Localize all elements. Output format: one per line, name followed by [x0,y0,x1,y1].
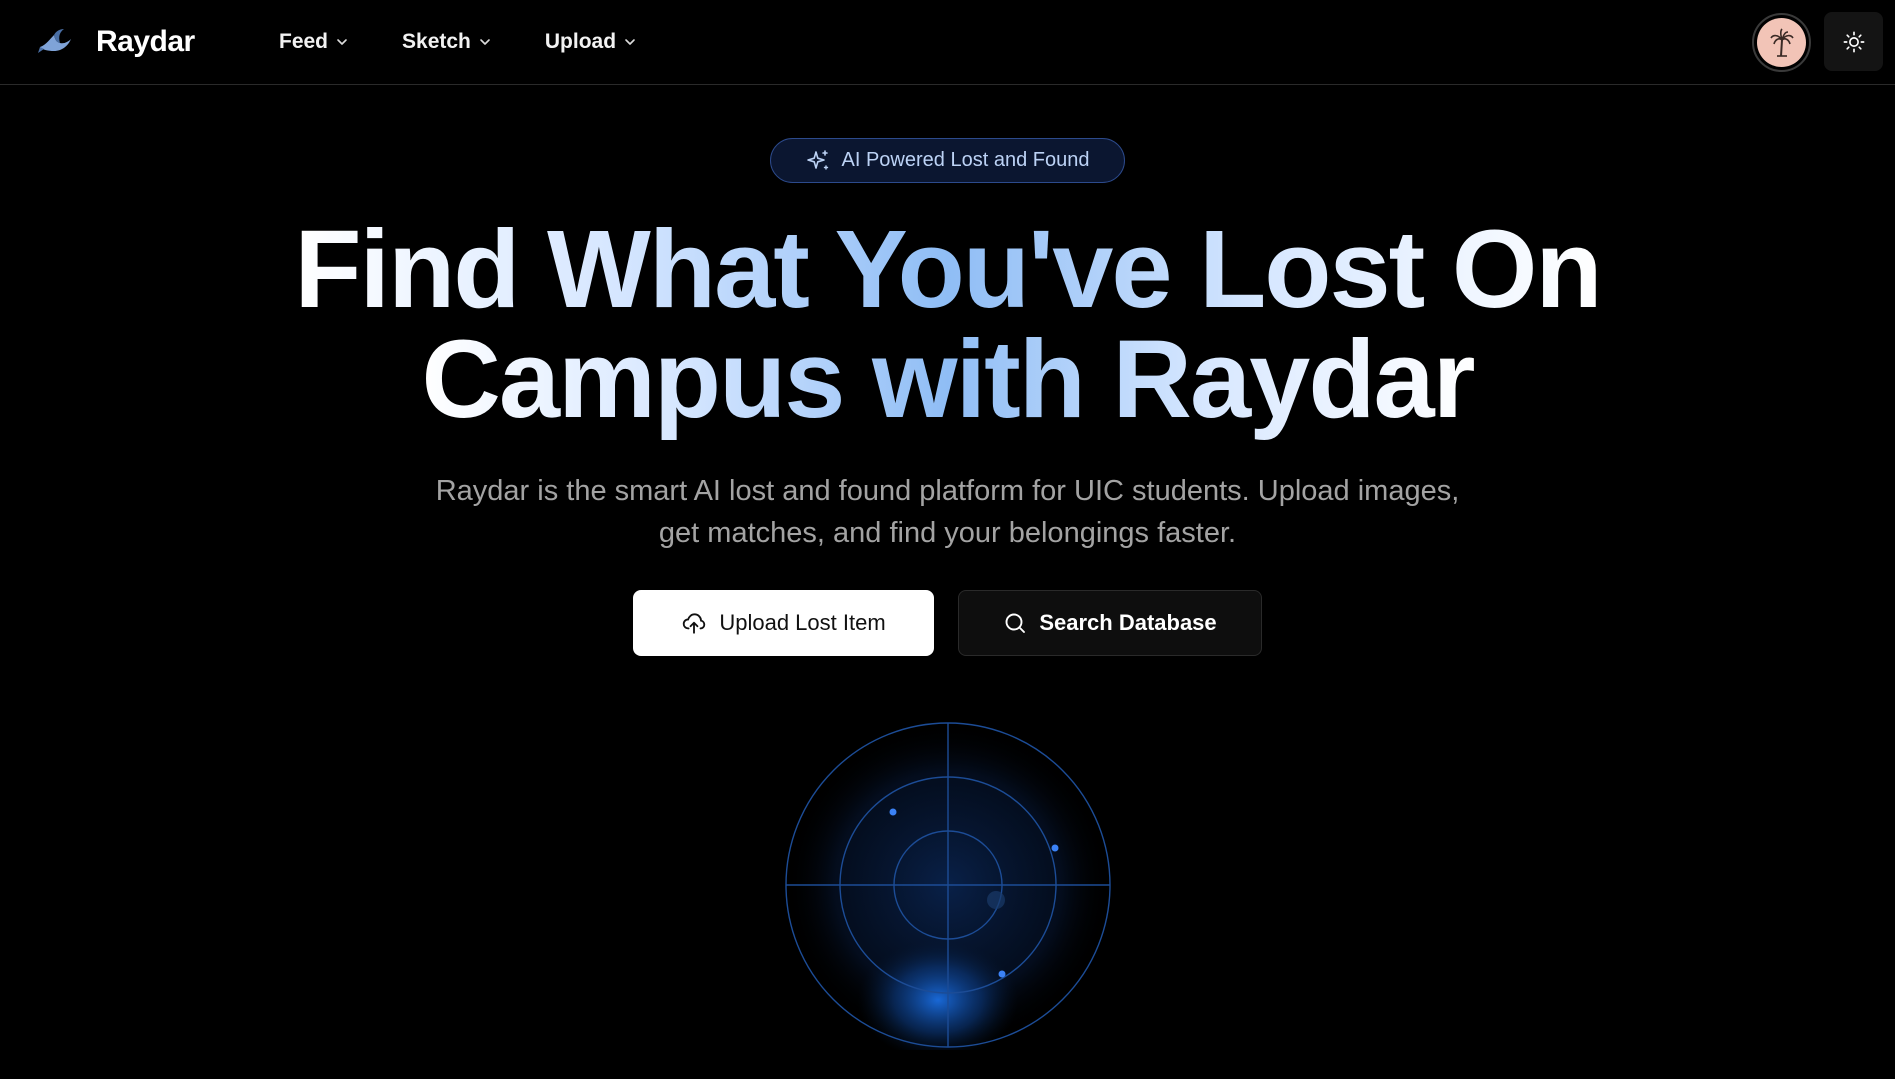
sparkles-icon [806,149,828,170]
brand-name: Raydar [96,25,195,58]
upload-button-label: Upload Lost Item [719,610,886,635]
search-icon [1005,613,1026,633]
headline-line-2: Campus with Raydar [421,318,1475,441]
main-nav: Feed Sketch Upload [279,26,690,58]
nav-item-upload[interactable]: Upload [545,30,636,54]
page-title: Find What You've Lost On Campus with Ray… [0,215,1895,435]
brand[interactable]: Raydar [38,22,195,62]
chevron-down-icon [625,39,635,45]
nav-item-sketch[interactable]: Sketch [402,30,491,54]
chevron-down-icon [480,39,490,45]
headline-line-1: Find What You've Lost On [294,208,1602,331]
swallow-logo-icon [38,29,71,53]
nav-item-label: Sketch [402,30,471,53]
radar-blip-faded [987,891,1005,909]
radar-blip [998,970,1006,978]
theme-toggle-button[interactable] [1824,12,1883,71]
user-avatar-button[interactable] [1752,13,1811,72]
nav-item-label: Feed [279,30,329,53]
nav-item-feed[interactable]: Feed [279,30,348,54]
upload-lost-item-button[interactable]: Upload Lost Item [633,590,934,656]
radar-graphic [785,722,1111,1050]
sun-icon [1843,31,1864,52]
search-button-label: Search Database [1039,610,1217,635]
radar-blip [1051,844,1059,852]
avatar [1757,18,1806,67]
hero-subtitle: Raydar is the smart AI lost and found pl… [435,475,1460,549]
badge-text: AI Powered Lost and Found [841,149,1090,171]
cloud-upload-icon [683,613,706,634]
top-navbar: Raydar Feed Sketch Upload [0,0,1895,85]
radar-blip [889,808,897,816]
chevron-down-icon [337,39,347,45]
search-database-button[interactable]: Search Database [958,590,1262,656]
nav-item-label: Upload [544,30,617,53]
palm-tree-icon [1769,27,1794,57]
ai-badge: AI Powered Lost and Found [770,138,1125,183]
